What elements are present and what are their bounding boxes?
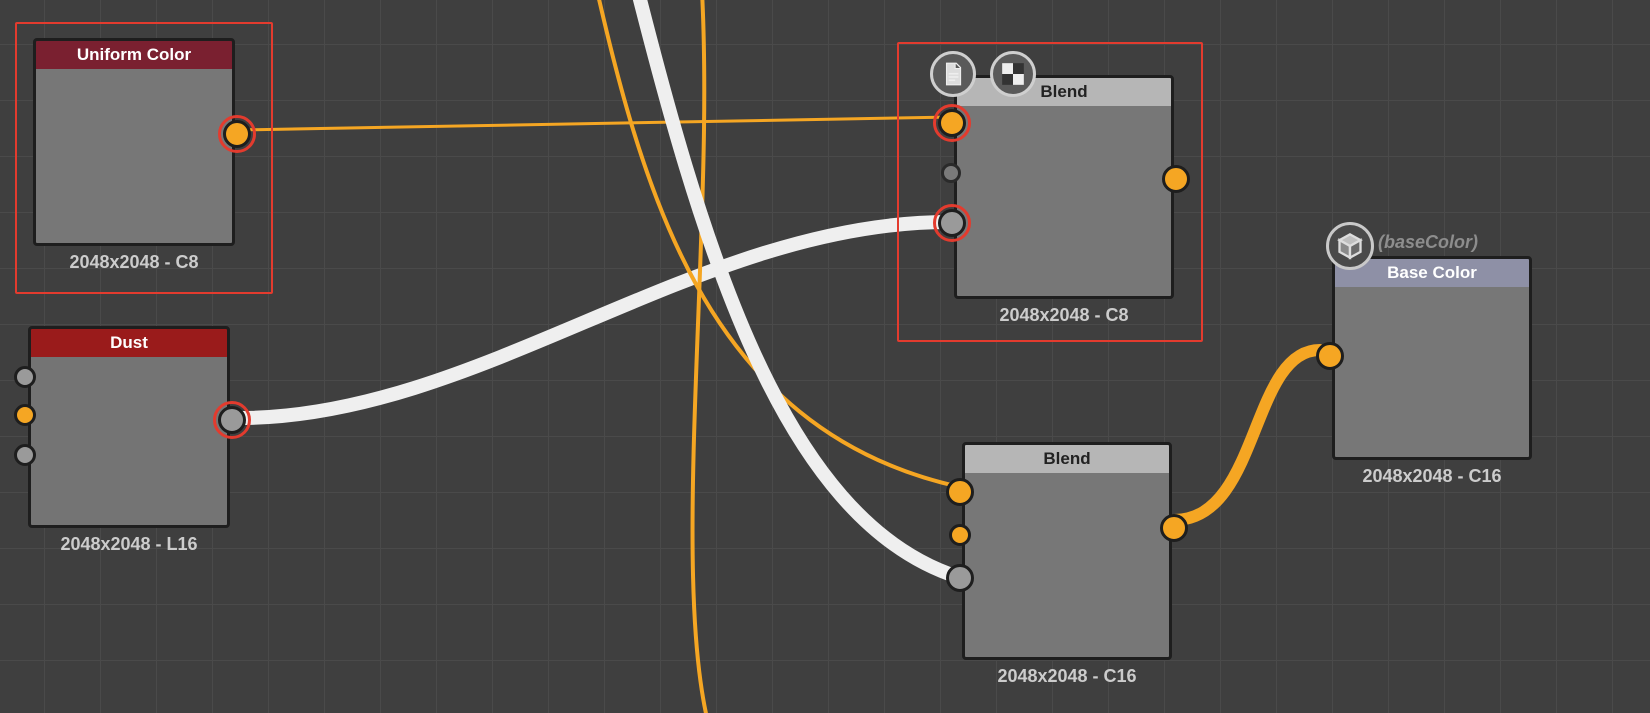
input-port-background[interactable] xyxy=(941,163,961,183)
checker-icon[interactable] xyxy=(990,51,1036,97)
output-port[interactable] xyxy=(218,406,246,434)
node-preview xyxy=(36,69,232,243)
node-title: Uniform Color xyxy=(36,41,232,69)
node-footer: 2048x2048 - L16 xyxy=(28,534,230,555)
node-dust[interactable]: Dust 2048x2048 - L16 xyxy=(28,326,230,555)
input-port-background[interactable] xyxy=(949,524,971,546)
usage-label: (baseColor) xyxy=(1378,232,1478,253)
input-port-foreground[interactable] xyxy=(938,109,966,137)
input-port[interactable] xyxy=(1316,342,1344,370)
output-port[interactable] xyxy=(223,120,251,148)
output-port[interactable] xyxy=(1160,514,1188,542)
node-preview xyxy=(1335,287,1529,457)
input-port-mask[interactable] xyxy=(946,564,974,592)
node-blend-bottom[interactable]: Blend 2048x2048 - C16 xyxy=(962,442,1172,687)
node-footer: 2048x2048 - C8 xyxy=(33,252,235,273)
output-port[interactable] xyxy=(1162,165,1190,193)
node-base-color[interactable]: Base Color 2048x2048 - C16 xyxy=(1332,256,1532,487)
node-title: Blend xyxy=(965,445,1169,473)
input-port[interactable] xyxy=(14,404,36,426)
node-preview xyxy=(957,106,1171,296)
node-footer: 2048x2048 - C16 xyxy=(962,666,1172,687)
document-icon[interactable] xyxy=(930,51,976,97)
node-blend-top[interactable]: Blend 2048x2048 - C8 xyxy=(954,75,1174,326)
cube-icon[interactable] xyxy=(1326,222,1374,270)
node-footer: 2048x2048 - C8 xyxy=(954,305,1174,326)
node-title: Dust xyxy=(31,329,227,357)
node-footer: 2048x2048 - C16 xyxy=(1332,466,1532,487)
input-port[interactable] xyxy=(14,366,36,388)
node-preview xyxy=(31,357,227,525)
node-preview xyxy=(965,473,1169,657)
input-port-foreground[interactable] xyxy=(946,478,974,506)
input-port[interactable] xyxy=(14,444,36,466)
input-port-mask[interactable] xyxy=(938,209,966,237)
node-uniform-color[interactable]: Uniform Color 2048x2048 - C8 xyxy=(33,38,235,273)
node-title: Blend xyxy=(957,78,1171,106)
